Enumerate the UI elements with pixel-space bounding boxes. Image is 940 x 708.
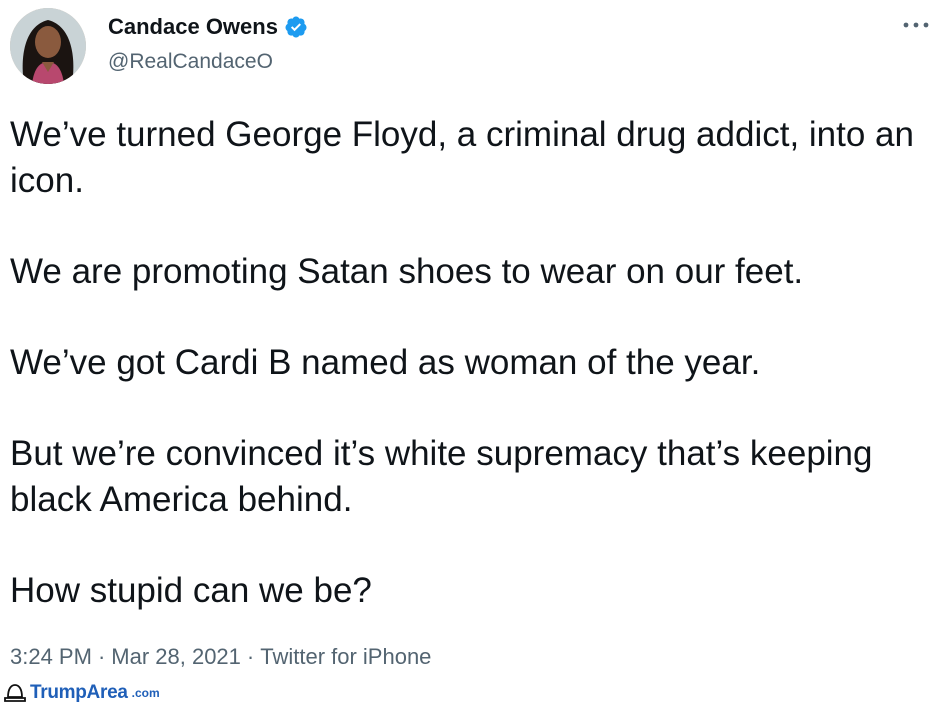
watermark-text: TrumpArea bbox=[30, 682, 128, 703]
tweet-paragraph: We’ve got Cardi B named as woman of the … bbox=[10, 343, 761, 382]
more-horizontal-icon bbox=[903, 22, 929, 28]
watermark: TrumpArea .com bbox=[4, 682, 160, 704]
avatar-image bbox=[10, 8, 86, 84]
tweet-source[interactable]: Twitter for iPhone bbox=[260, 644, 431, 669]
more-options-button[interactable] bbox=[902, 14, 930, 36]
author-display-name[interactable]: Candace Owens bbox=[108, 14, 278, 40]
verified-badge-icon bbox=[285, 16, 307, 38]
watermark-suffix: .com bbox=[131, 686, 160, 700]
tweet-time[interactable]: 3:24 PM bbox=[10, 644, 92, 669]
tweet-paragraph: But we’re convinced it’s white supremacy… bbox=[10, 434, 873, 519]
author-name-row: Candace Owens bbox=[108, 14, 308, 40]
meta-separator: · bbox=[97, 644, 106, 669]
tweet-text: We’ve turned George Floyd, a criminal dr… bbox=[10, 112, 935, 659]
tweet-paragraph: We’ve turned George Floyd, a criminal dr… bbox=[10, 115, 914, 200]
tweet-meta: 3:24 PM · Mar 28, 2021 · Twitter for iPhone bbox=[10, 644, 431, 670]
hat-icon bbox=[4, 684, 26, 702]
tweet-paragraph: How stupid can we be? bbox=[10, 571, 372, 610]
meta-separator: · bbox=[246, 644, 255, 669]
tweet-paragraph: We are promoting Satan shoes to wear on … bbox=[10, 252, 804, 291]
avatar[interactable] bbox=[10, 8, 86, 84]
author-handle[interactable]: @RealCandaceO bbox=[108, 50, 273, 74]
tweet-date[interactable]: Mar 28, 2021 bbox=[111, 644, 241, 669]
